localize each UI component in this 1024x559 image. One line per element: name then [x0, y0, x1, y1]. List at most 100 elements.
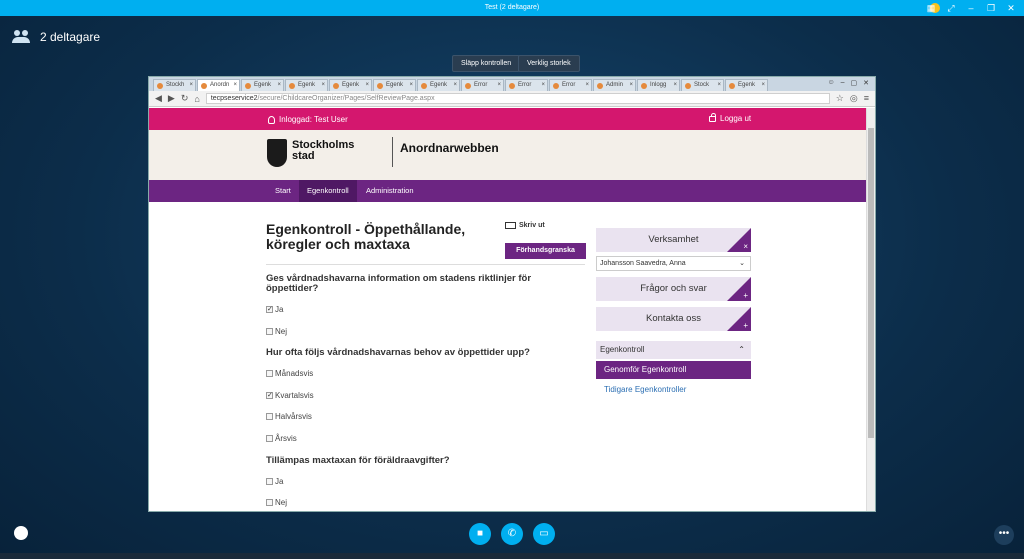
actual-size-button[interactable]: Verklig storlek — [518, 55, 580, 72]
browser-tab[interactable]: Egenk × — [725, 79, 768, 91]
more-options-button[interactable]: ••• — [994, 525, 1014, 545]
browser-tab[interactable]: Admin × — [593, 79, 636, 91]
main-nav: Start Egenkontroll Administration — [149, 180, 867, 202]
checkbox[interactable] — [266, 413, 273, 420]
url-host: tecpseservice2 — [210, 95, 258, 102]
q3-option-ja[interactable]: Ja — [266, 477, 283, 486]
tab-close-icon[interactable]: × — [277, 82, 281, 88]
tab-close-icon[interactable]: × — [365, 82, 369, 88]
menu-icon[interactable]: ≡ — [864, 93, 869, 104]
tab-close-icon[interactable]: × — [761, 82, 765, 88]
checkbox[interactable] — [266, 478, 273, 485]
user-icon[interactable]: ☺ — [827, 79, 834, 87]
tab-close-icon[interactable]: × — [585, 82, 589, 88]
verksamhet-select[interactable]: Johansson Saavedra, Anna ⌄ — [596, 256, 751, 271]
nav-egenkontroll[interactable]: Egenkontroll — [299, 180, 357, 202]
bookmark-star-icon[interactable]: ☆ — [836, 93, 844, 104]
logged-in-user: Inloggad: Test User — [268, 115, 348, 124]
tab-close-icon[interactable]: × — [189, 82, 193, 88]
browser-tab[interactable]: Error × — [461, 79, 504, 91]
browser-tab[interactable]: Egenk × — [417, 79, 460, 91]
option-label: Kvartalsvis — [275, 391, 314, 400]
scrollbar-thumb[interactable] — [868, 128, 874, 438]
checkbox[interactable]: ✓ — [266, 306, 273, 313]
checkbox[interactable] — [266, 499, 273, 506]
browser-tab[interactable]: Stock × — [681, 79, 724, 91]
q1-option-ja[interactable]: ✓ Ja — [266, 305, 283, 314]
maximize-icon[interactable]: ▢ — [851, 79, 858, 87]
user-bar: Inloggad: Test User Logga ut — [149, 108, 867, 130]
verksamhet-panel[interactable]: Verksamhet × — [596, 228, 751, 252]
q1-option-nej[interactable]: Nej — [266, 327, 287, 336]
site-logo[interactable]: Stockholms stad — [292, 140, 354, 162]
tab-close-icon[interactable]: × — [497, 82, 501, 88]
tab-close-icon[interactable]: × — [717, 82, 721, 88]
contact-panel[interactable]: Kontakta oss + — [596, 307, 751, 331]
browser-tab[interactable]: Stockh × — [153, 79, 196, 91]
fullscreen-icon[interactable]: ⤢ — [946, 0, 956, 16]
app-name: Anordnarwebben — [400, 141, 499, 155]
extension-icon[interactable]: ◎ — [850, 93, 858, 104]
close-icon[interactable]: × — [743, 243, 748, 251]
checkbox[interactable]: ✓ — [266, 392, 273, 399]
browser-tab[interactable]: Egenk × — [285, 79, 328, 91]
plus-icon[interactable]: + — [743, 322, 748, 330]
close-icon[interactable]: ✕ — [863, 79, 869, 87]
page-scrollbar[interactable] — [866, 108, 875, 511]
tab-close-icon[interactable]: × — [233, 82, 237, 88]
layout-icon[interactable]: ▦ — [926, 0, 936, 16]
tab-label: Admin — [606, 82, 624, 88]
previous-egenkontroller-link[interactable]: Tidigare Egenkontroller — [596, 381, 751, 399]
chat-icon[interactable] — [14, 526, 28, 540]
checkbox[interactable] — [266, 328, 273, 335]
participants-button[interactable]: 2 deltagare — [12, 30, 100, 44]
q2-option-halvarsvis[interactable]: Halvårsvis — [266, 412, 312, 421]
q2-option-arsvis[interactable]: Årsvis — [266, 434, 297, 443]
tab-close-icon[interactable]: × — [409, 82, 413, 88]
preview-button[interactable]: Förhandsgranska — [505, 243, 586, 259]
minimize-icon[interactable]: – — [966, 0, 976, 16]
close-icon[interactable]: ✕ — [1006, 0, 1016, 16]
minimize-icon[interactable]: – — [841, 79, 845, 87]
egenkontroll-header[interactable]: Egenkontroll ⌃ — [596, 341, 751, 359]
checkbox[interactable] — [266, 435, 273, 442]
home-icon[interactable]: ⌂ — [194, 94, 199, 104]
browser-tab[interactable]: Error × — [549, 79, 592, 91]
video-camera-button[interactable]: ■ — [469, 523, 491, 545]
monitor-icon: ▭ — [539, 528, 549, 539]
maximize-icon[interactable]: ❐ — [986, 0, 996, 16]
tab-label: Egenk — [738, 82, 756, 88]
nav-administration[interactable]: Administration — [358, 180, 422, 202]
tab-close-icon[interactable]: × — [541, 82, 545, 88]
forward-icon[interactable]: ▶ — [168, 93, 175, 104]
address-bar[interactable]: tecpseservice2/secure/ChildcareOrganizer… — [205, 93, 830, 104]
faq-panel[interactable]: Frågor och svar + — [596, 277, 751, 301]
tab-close-icon[interactable]: × — [321, 82, 325, 88]
browser-tab[interactable]: Anordn × — [197, 79, 240, 91]
release-control-button[interactable]: Släpp kontrollen — [452, 55, 521, 72]
tab-label: Egenk — [254, 82, 272, 88]
browser-tab[interactable]: Egenk × — [329, 79, 372, 91]
tab-close-icon[interactable]: × — [629, 82, 633, 88]
logout-link[interactable]: Logga ut — [709, 112, 751, 123]
back-icon[interactable]: ◀ — [155, 93, 162, 104]
screen-share-button[interactable]: ▭ — [533, 523, 555, 545]
plus-icon[interactable]: + — [743, 292, 748, 300]
browser-tab[interactable]: Egenk × — [241, 79, 284, 91]
sidebar: Verksamhet × Johansson Saavedra, Anna ⌄ … — [596, 228, 751, 399]
browser-tab[interactable]: Error × — [505, 79, 548, 91]
perform-egenkontroll-link[interactable]: Genomför Egenkontroll — [596, 361, 751, 379]
call-button[interactable]: ✆ — [501, 523, 523, 545]
tab-close-icon[interactable]: × — [673, 82, 677, 88]
q2-option-kvartalsvis[interactable]: ✓ Kvartalsvis — [266, 391, 314, 400]
print-link[interactable]: Skriv ut — [505, 222, 545, 229]
nav-start[interactable]: Start — [267, 180, 299, 202]
tab-close-icon[interactable]: × — [453, 82, 457, 88]
checkbox[interactable] — [266, 370, 273, 377]
reload-icon[interactable]: ↻ — [181, 93, 189, 104]
browser-tab[interactable]: Inlogg × — [637, 79, 680, 91]
q3-option-nej[interactable]: Nej — [266, 498, 287, 507]
q2-option-manadsvis[interactable]: Månadsvis — [266, 369, 313, 378]
browser-tab[interactable]: Egenk × — [373, 79, 416, 91]
printer-icon — [505, 222, 516, 229]
